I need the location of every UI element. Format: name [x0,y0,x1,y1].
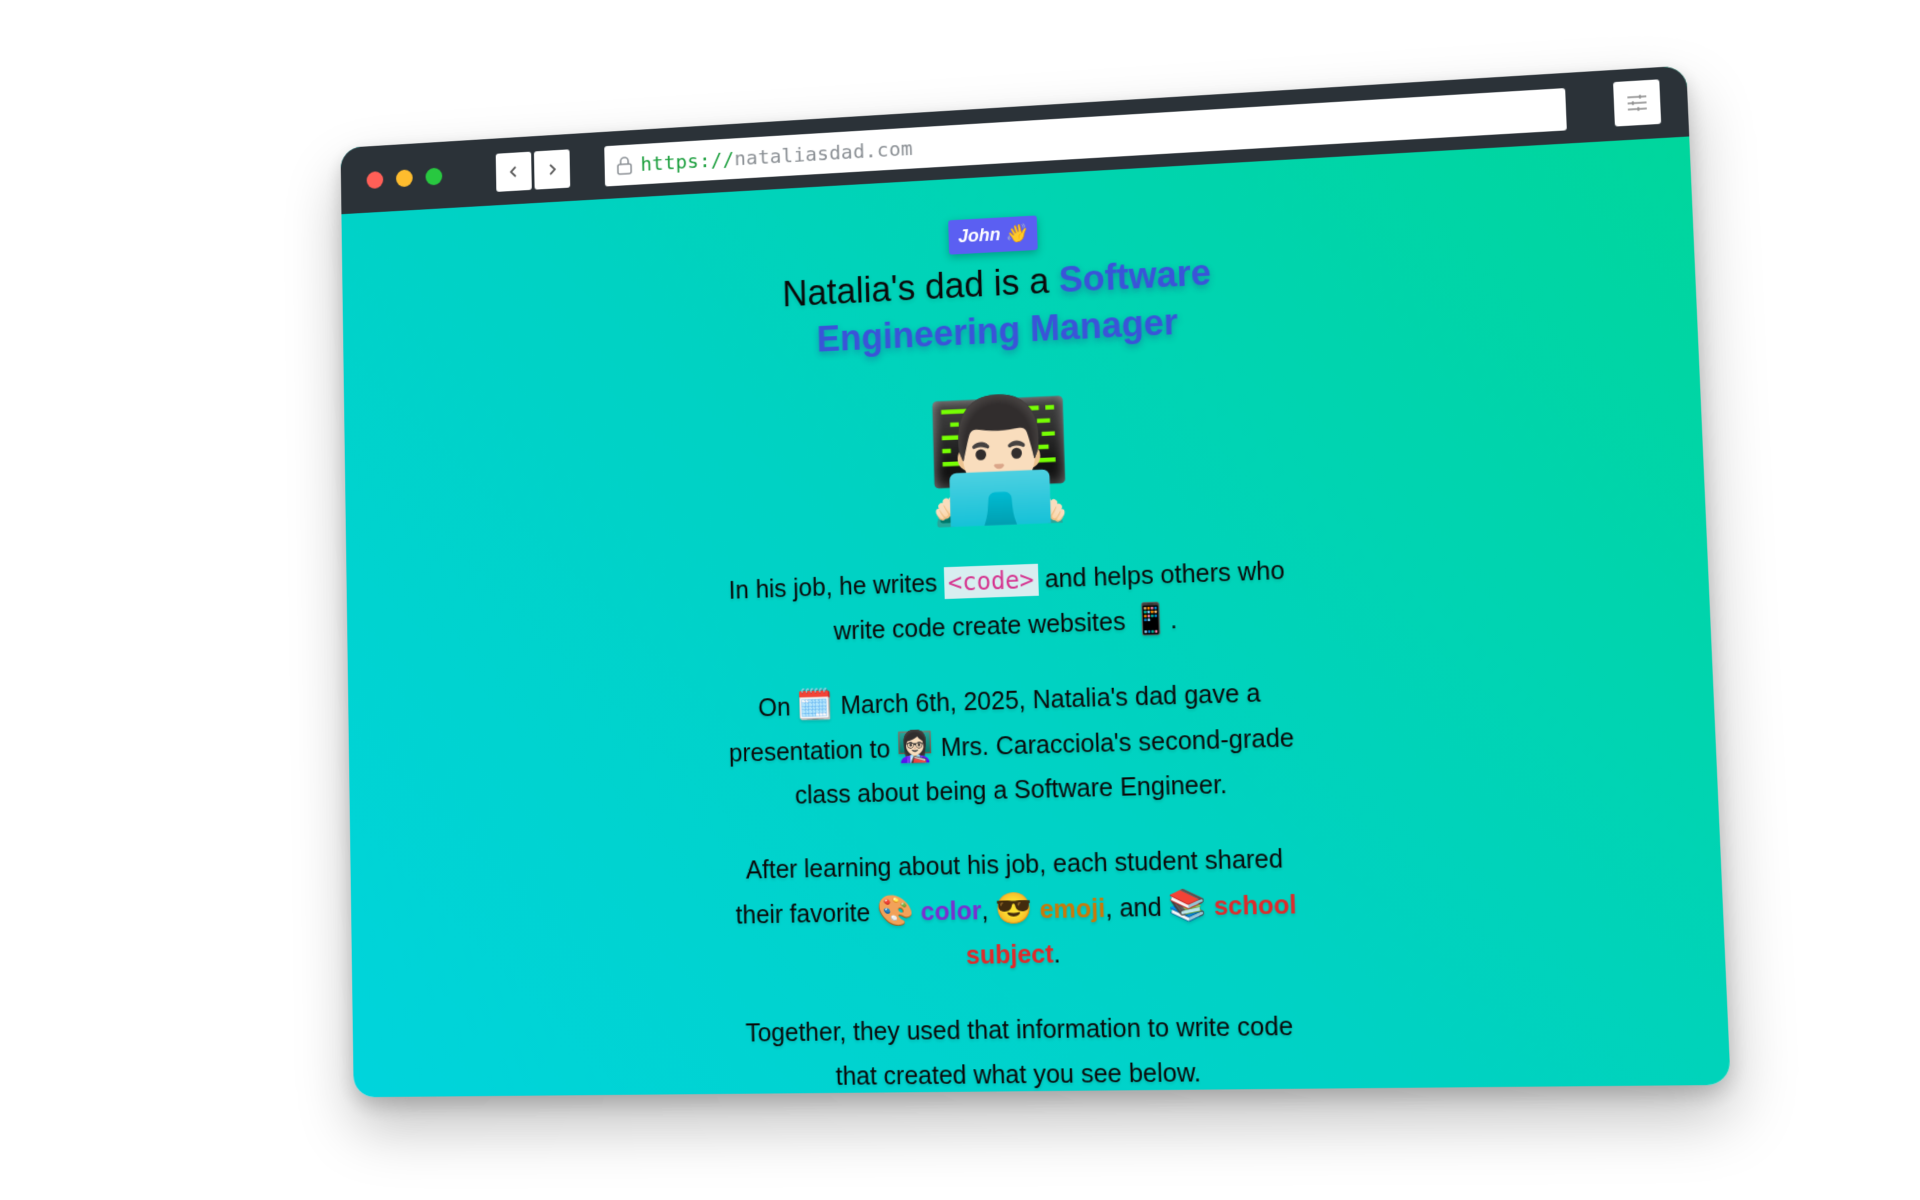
favorites-description: After learning about his job, each stude… [725,836,1309,981]
title-prefix: Natalia's dad is a [782,260,1050,314]
forward-button[interactable] [534,149,570,189]
favorites-sep-1: , [981,897,989,925]
books-icon: 📚 [1168,888,1207,922]
close-window-button[interactable] [367,171,384,189]
job-description: In his job, he writes <code> and helps o… [719,548,1297,657]
url-text: https://nataliasdad.com [640,136,913,175]
back-button[interactable] [496,152,532,192]
favorites-period: . [1053,940,1061,969]
window-controls [367,167,443,189]
chevron-right-icon [545,162,558,176]
page-title: Natalia's dad is a Software Engineering … [765,248,1231,366]
code-snippet: <code> [944,564,1039,599]
maximize-window-button[interactable] [425,167,442,185]
favorite-emoji: emoji [1039,895,1106,925]
name-badge: John 👋 [948,215,1038,254]
presentation-on: On [758,694,791,723]
phone-icon: 📱 [1132,602,1171,637]
url-scheme: https:// [640,147,734,176]
settings-button[interactable] [1613,79,1661,126]
waving-hand-icon: 👋 [1005,223,1028,244]
favorite-color: color [920,897,981,926]
job-text-start: In his job, he writes [728,569,937,604]
page-content: John 👋 Natalia's dad is a Software Engin… [341,136,1730,1097]
stage: https://nataliasdad.com John 👋 Natalia's… [0,0,1920,1200]
job-text-period: . [1170,606,1178,634]
palette-icon: 🎨 [877,894,915,928]
browser-window: https://nataliasdad.com John 👋 Natalia's… [341,66,1731,1098]
calendar-icon: 🗓️ [797,688,834,722]
closing-description: Together, they used that information to … [729,1004,1313,1097]
chevron-left-icon [507,165,520,179]
badge-name: John [958,224,1001,246]
url-host: nataliasdad.com [734,136,913,170]
presentation-description: On 🗓️ March 6th, 2025, Natalia's dad gav… [721,669,1302,819]
sliders-icon [1624,90,1650,116]
minimize-window-button[interactable] [396,169,413,187]
favorites-sep-2: , and [1105,893,1162,923]
technologist-icon: 👨🏻‍💻 [344,358,1705,555]
lock-icon [616,155,633,175]
sunglasses-icon: 😎 [995,892,1033,926]
teacher-icon: 👩🏻‍🏫 [897,730,935,764]
